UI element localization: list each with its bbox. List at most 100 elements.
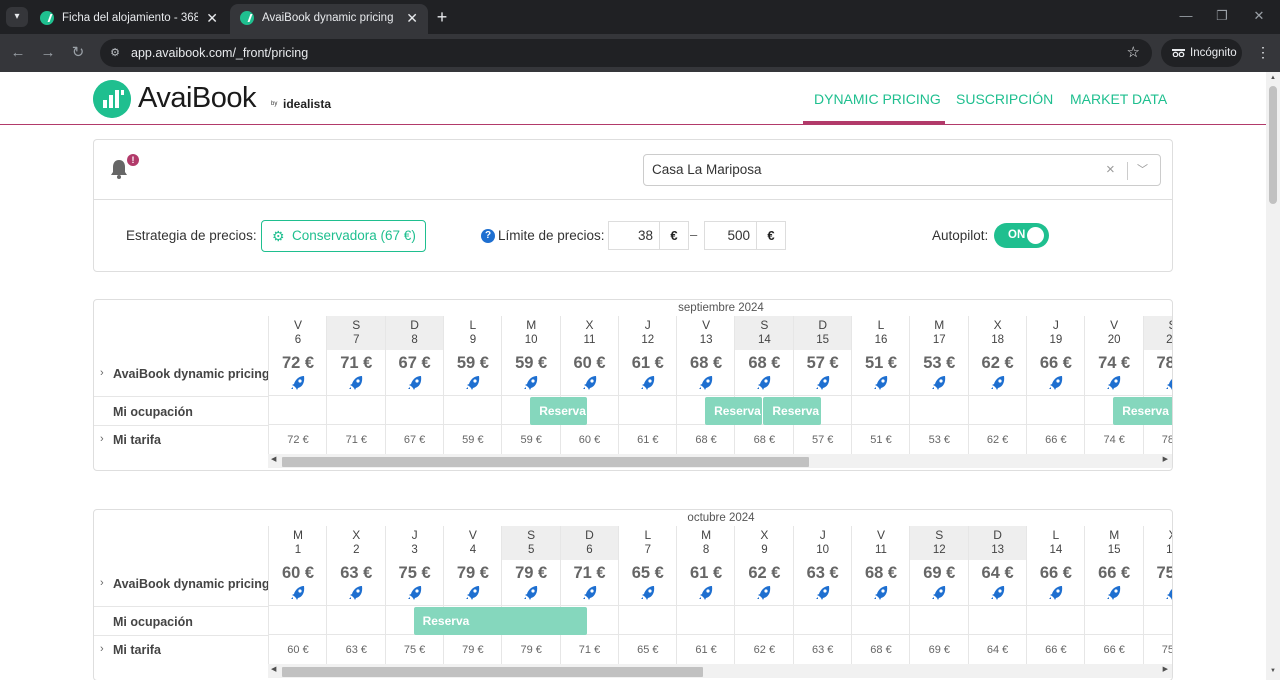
close-tab-icon[interactable]: ✕ (406, 4, 418, 32)
bookmark-star-icon[interactable]: ☆ (1127, 43, 1140, 61)
my-rate[interactable]: 59 € (502, 434, 560, 446)
my-rate[interactable]: 79 € (444, 644, 502, 656)
my-rate[interactable]: 51 € (852, 434, 910, 446)
my-rate[interactable]: 71 € (561, 644, 619, 656)
day-column[interactable]: X 11 60 € 60 € (559, 316, 620, 454)
day-column[interactable]: D 15 57 € 57 € (792, 316, 853, 454)
close-tab-icon[interactable]: ✕ (206, 4, 218, 32)
clear-icon[interactable]: × (1106, 155, 1115, 185)
my-rate[interactable]: 75 € (386, 644, 444, 656)
reservation-block[interactable]: Reserva (705, 397, 763, 425)
incognito-badge[interactable]: Incógnito (1161, 39, 1242, 67)
restore-icon[interactable]: ❐ (1212, 8, 1232, 24)
my-rate[interactable]: 66 € (1085, 644, 1143, 656)
day-column[interactable]: S 21 78 € 78 € (1142, 316, 1172, 454)
my-rate[interactable]: 64 € (969, 644, 1027, 656)
scroll-right-icon[interactable]: ▶ (1163, 455, 1168, 463)
my-rate[interactable]: 75 € (1144, 644, 1172, 656)
day-column[interactable]: M 8 61 €61 € (676, 526, 737, 664)
back-icon[interactable]: ← (8, 43, 28, 63)
my-rate[interactable]: 63 € (327, 644, 385, 656)
browser-menu-icon[interactable]: ⋮ (1256, 44, 1270, 61)
max-price-input[interactable]: 500 (704, 221, 757, 250)
my-rate[interactable]: 61 € (677, 644, 735, 656)
day-column[interactable]: S 7 71 €71 € (326, 316, 387, 454)
min-price-input[interactable]: 38 (608, 221, 660, 250)
day-column[interactable]: J 12 61 € 61 € (617, 316, 678, 454)
reservation-block[interactable]: Reserva (530, 397, 588, 425)
minimize-icon[interactable]: — (1176, 8, 1196, 23)
day-column[interactable]: D 8 67 €67 € (384, 316, 445, 454)
new-tab-button[interactable]: + (432, 6, 452, 28)
site-info-icon[interactable]: ⚙ (108, 46, 122, 60)
scroll-down-icon[interactable]: ▼ (1269, 668, 1277, 674)
my-rate[interactable]: 60 € (561, 434, 619, 446)
chevron-down-icon[interactable]: ﹀ (1137, 155, 1148, 185)
page-scrollbar[interactable]: ▲ ▼ (1266, 72, 1280, 680)
day-column[interactable]: V 4 79 €79 € (442, 526, 503, 664)
nav-dynamic-pricing[interactable]: DYNAMIC PRICING (814, 91, 941, 107)
address-bar[interactable]: ⚙ app.avaibook.com/_front/pricing ☆ (100, 39, 1152, 67)
forward-icon[interactable]: → (38, 43, 58, 63)
scroll-thumb[interactable] (282, 667, 704, 677)
strategy-button[interactable]: ⚙ Conservadora (67 €) (261, 220, 426, 252)
my-rate[interactable]: 53 € (910, 434, 968, 446)
reload-icon[interactable]: ↻ (68, 43, 88, 63)
my-rate[interactable]: 65 € (619, 644, 677, 656)
day-column[interactable]: M 17 53 € 53 € (909, 316, 970, 454)
page-scroll-thumb[interactable] (1269, 86, 1277, 204)
day-column[interactable]: S 5 79 €79 € (501, 526, 562, 664)
browser-tab[interactable]: Ficha del alojamiento - 368962 ✕ (30, 4, 228, 34)
scroll-thumb[interactable] (282, 457, 809, 467)
day-column[interactable]: L 7 65 €65 € (617, 526, 678, 664)
nav-suscripcion[interactable]: SUSCRIPCIÓN (956, 91, 1053, 107)
bell-icon[interactable] (110, 159, 128, 179)
tab-search-button[interactable]: ▾ (6, 7, 28, 27)
day-column[interactable]: X 9 62 €62 € (734, 526, 795, 664)
day-column[interactable]: J 3 75 €75 € (384, 526, 445, 664)
my-rate[interactable]: 68 € (735, 434, 793, 446)
scroll-up-icon[interactable]: ▲ (1269, 75, 1277, 81)
day-column[interactable]: X 16 75 € 75 € (1142, 526, 1172, 664)
my-rate[interactable]: 68 € (677, 434, 735, 446)
day-column[interactable]: V 6 72 €72 € (268, 316, 328, 454)
day-column[interactable]: L 9 59 €59 € (442, 316, 503, 454)
day-column[interactable]: M 15 66 € 66 € (1084, 526, 1145, 664)
nav-market-data[interactable]: MARKET DATA (1070, 91, 1167, 107)
browser-tab-active[interactable]: AvaiBook dynamic pricing ✕ (230, 4, 428, 34)
close-window-icon[interactable]: ✕ (1249, 8, 1269, 24)
reservation-block[interactable]: Reserva (1113, 397, 1172, 425)
my-rate[interactable]: 62 € (969, 434, 1027, 446)
my-rate[interactable]: 68 € (852, 644, 910, 656)
scroll-right-icon[interactable]: ▶ (1163, 665, 1168, 673)
my-rate[interactable]: 71 € (327, 434, 385, 446)
my-rate[interactable]: 69 € (910, 644, 968, 656)
my-rate[interactable]: 74 € (1085, 434, 1143, 446)
my-rate[interactable]: 79 € (502, 644, 560, 656)
day-column[interactable]: L 16 51 € 51 € (851, 316, 911, 454)
my-rate[interactable]: 60 € (269, 644, 327, 656)
my-rate[interactable]: 72 € (269, 434, 327, 446)
my-rate[interactable]: 67 € (386, 434, 444, 446)
my-rate[interactable]: 66 € (1027, 644, 1085, 656)
reservation-block[interactable]: Reserva (413, 607, 588, 635)
day-column[interactable]: S 12 69 € 69 € (909, 526, 970, 664)
my-rate[interactable]: 78 € (1144, 434, 1172, 446)
day-column[interactable]: S 14 68 € 68 € (734, 316, 795, 454)
my-rate[interactable]: 62 € (735, 644, 793, 656)
calendar-hscrollbar[interactable]: ◀ ▶ (268, 454, 1172, 468)
day-column[interactable]: V 11 68 € 68 € (851, 526, 911, 664)
day-column[interactable]: V 20 74 € 74 € (1084, 316, 1145, 454)
day-column[interactable]: M 10 59 € 59 € (501, 316, 562, 454)
day-column[interactable]: M 1 60 €60 € (268, 526, 328, 664)
property-select[interactable]: Casa La Mariposa × ﹀ (643, 154, 1161, 186)
scroll-left-icon[interactable]: ◀ (271, 665, 276, 673)
reservation-block[interactable]: Reserva (763, 397, 821, 425)
day-column[interactable]: D 6 71 €71 € (559, 526, 620, 664)
scroll-left-icon[interactable]: ◀ (271, 455, 276, 463)
help-icon[interactable]: ? (481, 229, 495, 243)
my-rate[interactable]: 59 € (444, 434, 502, 446)
day-column[interactable]: J 10 63 € 63 € (792, 526, 853, 664)
autopilot-toggle[interactable]: ON (994, 223, 1049, 248)
day-column[interactable]: J 19 66 € 66 € (1025, 316, 1086, 454)
